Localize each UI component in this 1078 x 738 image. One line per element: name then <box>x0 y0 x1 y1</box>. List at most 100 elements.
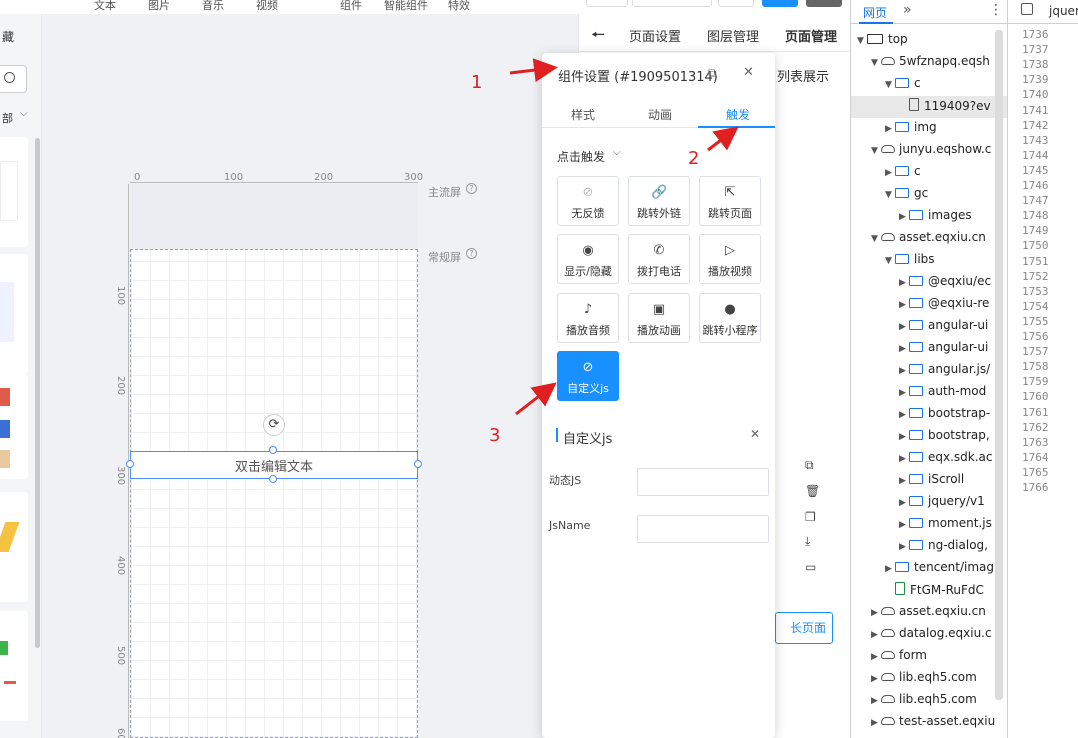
triangle-right-icon[interactable]: ▶ <box>899 476 909 486</box>
more-tabs-icon[interactable]: » <box>903 2 912 18</box>
tree-item[interactable]: ▶ bootstrap- <box>899 406 990 420</box>
triangle-down-icon[interactable]: ▼ <box>885 256 895 266</box>
toolbar-button[interactable] <box>718 0 754 7</box>
tree-item[interactable]: ▶ datalog.eqxiu.c <box>871 626 992 640</box>
tab-page-settings[interactable]: 页面设置 <box>629 26 681 45</box>
tab-layer-management[interactable]: 图层管理 <box>707 26 759 45</box>
trigger-show-hide[interactable]: ◉ 显示/隐藏 <box>557 234 619 284</box>
resize-handle[interactable] <box>269 446 277 454</box>
trigger-play-video[interactable]: ▷ 播放视频 <box>699 234 761 284</box>
resize-handle[interactable] <box>414 460 422 468</box>
triangle-right-icon[interactable]: ▶ <box>899 366 909 376</box>
trigger-play-audio[interactable]: ♪ 播放音频 <box>557 293 619 343</box>
tree-item[interactable]: ▶ form <box>871 648 927 662</box>
triangle-down-icon[interactable]: ▼ <box>885 190 895 200</box>
tree-item[interactable]: ▼ 5wfznapq.eqsh <box>871 54 990 68</box>
triangle-down-icon[interactable]: ▼ <box>885 80 895 90</box>
tree-item[interactable]: ▶ jquery/v1 <box>899 494 985 508</box>
trigger-play-animation[interactable]: ▣ 播放动画 <box>628 293 690 343</box>
tree-item[interactable]: ▶ lib.eqh5.com <box>871 692 977 706</box>
tree-item[interactable]: ▶ img <box>885 120 937 134</box>
tree-item[interactable]: ▶ iScroll <box>899 472 964 486</box>
triangle-right-icon[interactable]: ▶ <box>899 322 909 332</box>
template-thumb[interactable] <box>0 374 28 479</box>
toolbar-smart-component[interactable]: 智能组件 <box>384 0 428 13</box>
trigger-jump-page[interactable]: ⇱ 跳转页面 <box>699 176 761 226</box>
tree-item[interactable]: ▶ lib.eqh5.com <box>871 670 977 684</box>
copy-icon[interactable]: ⧉ <box>805 458 814 473</box>
triangle-right-icon[interactable]: ▶ <box>899 498 909 508</box>
duplicate-icon[interactable]: ❐ <box>805 510 816 524</box>
jsname-input[interactable] <box>637 515 769 543</box>
trigger-no-feedback[interactable]: ⊘ 无反馈 <box>557 176 619 226</box>
chevron-down-icon[interactable]: ⌵ <box>613 147 621 158</box>
toolbar-component[interactable]: 组件 <box>340 0 362 13</box>
tree-item[interactable]: ▶ bootstrap, <box>899 428 990 442</box>
resize-handle[interactable] <box>269 475 277 483</box>
template-thumb[interactable] <box>0 254 28 374</box>
tree-item[interactable]: ▼ junyu.eqshow.c <box>871 142 991 156</box>
more-options-icon[interactable]: ⋮ <box>989 2 1003 18</box>
tree-item[interactable]: ▶ eqx.sdk.ac <box>899 450 993 464</box>
tree-item[interactable]: ▶ moment.js <box>899 516 992 530</box>
tree-item[interactable]: ▼ asset.eqxiu.cn <box>871 230 986 244</box>
trigger-mini-program[interactable]: ● 跳转小程序 <box>699 293 761 343</box>
tree-item[interactable]: ▶ angular.js/ <box>899 362 990 376</box>
toolbar-dark-button[interactable] <box>806 0 842 7</box>
left-scrollbar[interactable] <box>35 138 40 648</box>
triangle-right-icon[interactable]: ▶ <box>899 344 909 354</box>
triangle-right-icon[interactable]: ▶ <box>899 410 909 420</box>
triangle-right-icon[interactable]: ▶ <box>899 278 909 288</box>
triangle-right-icon[interactable]: ▶ <box>899 520 909 530</box>
triangle-right-icon[interactable]: ▶ <box>899 300 909 310</box>
toolbar-primary-button[interactable] <box>762 0 798 7</box>
tree-item[interactable]: ▼ gc <box>885 186 928 200</box>
toolbar-video[interactable]: 视频 <box>256 0 278 13</box>
triangle-right-icon[interactable]: ▶ <box>885 168 895 178</box>
long-page-button[interactable]: 长页面 <box>775 612 833 644</box>
close-icon[interactable]: ✕ <box>743 65 754 80</box>
triangle-down-icon[interactable]: ▼ <box>871 234 881 244</box>
file-tab[interactable]: jquer <box>1049 4 1078 18</box>
triangle-right-icon[interactable]: ▶ <box>871 608 881 618</box>
close-icon[interactable]: ✕ <box>750 427 760 441</box>
toolbar-music[interactable]: 音乐 <box>202 0 224 13</box>
trigger-custom-js[interactable]: ⊘ 自定义js <box>557 351 619 401</box>
tree-item[interactable]: ▼ c <box>885 76 921 90</box>
left-panel-filter[interactable]: 部 <box>2 110 13 126</box>
template-thumb[interactable] <box>0 137 28 247</box>
triangle-right-icon[interactable]: ▶ <box>885 564 895 574</box>
download-icon[interactable]: ⤓ <box>805 534 810 549</box>
trigger-external-link[interactable]: 🔗 跳转外链 <box>628 176 690 226</box>
tree-scrollbar[interactable] <box>995 30 1003 700</box>
triangle-down-icon[interactable]: ▼ <box>871 146 881 156</box>
triangle-down-icon[interactable]: ▼ <box>871 58 881 68</box>
trigger-select[interactable]: 点击触发 <box>557 148 605 165</box>
toolbar-button[interactable] <box>632 0 712 7</box>
trash-icon[interactable]: 🗑 <box>805 484 820 498</box>
triangle-right-icon[interactable]: ▶ <box>899 454 909 464</box>
tab-page-management[interactable]: 页面管理 <box>785 26 837 45</box>
triangle-right-icon[interactable]: ▶ <box>899 388 909 398</box>
triangle-down-icon[interactable]: ▼ <box>857 36 867 46</box>
search-box[interactable] <box>0 65 27 93</box>
template-thumb[interactable] <box>0 492 28 602</box>
tree-item[interactable]: FtGM-RuFdC <box>885 582 984 597</box>
tree-item[interactable]: ▶ c <box>885 164 921 178</box>
tree-item[interactable]: ▶ @eqxiu/ec <box>899 274 991 288</box>
tree-item[interactable]: 119409?ev <box>899 98 991 113</box>
tree-item[interactable]: ▶ test-asset.eqxiu <box>871 714 995 728</box>
tab-style[interactable]: 样式 <box>571 106 595 123</box>
template-thumb[interactable] <box>0 611 28 721</box>
chevron-down-icon[interactable]: ⌵ <box>20 108 28 119</box>
tree-item[interactable]: ▶ angular-ui <box>899 318 988 332</box>
sidebar-toggle-icon[interactable] <box>1021 3 1033 15</box>
copy-id-icon[interactable]: ⧉ <box>708 66 717 81</box>
tree-item[interactable]: ▶ asset.eqxiu.cn <box>871 604 986 618</box>
dynamic-js-input[interactable] <box>637 468 769 496</box>
tree-item[interactable]: ▶ @eqxiu-re <box>899 296 989 310</box>
tree-item[interactable]: ▶ ng-dialog, <box>899 538 988 552</box>
triangle-right-icon[interactable]: ▶ <box>871 674 881 684</box>
triangle-right-icon[interactable]: ▶ <box>871 630 881 640</box>
toolbar-text[interactable]: 文本 <box>94 0 116 13</box>
